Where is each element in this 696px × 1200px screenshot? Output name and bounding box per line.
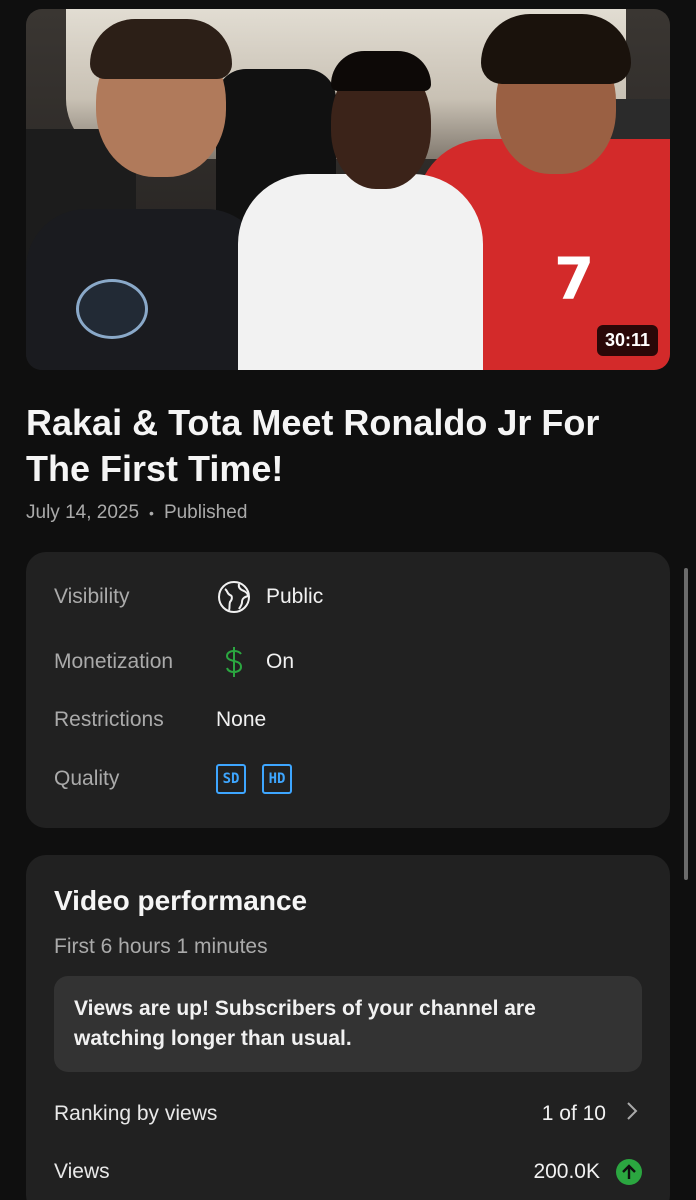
video-thumbnail[interactable]: 7 30:11 (26, 9, 670, 370)
scrollbar[interactable] (684, 568, 688, 880)
monetization-label: Monetization (54, 650, 174, 673)
person-left-hair (90, 19, 232, 79)
video-details-card: Visibility Public Monetization On Restri… (26, 552, 670, 828)
ranking-row[interactable]: Ranking by views 1 of 10 (54, 1101, 642, 1127)
performance-notice: Views are up! Subscribers of your channe… (54, 976, 642, 1072)
person-right-hair (481, 14, 631, 84)
ranking-label: Ranking by views (54, 1102, 218, 1125)
visibility-label: Visibility (54, 585, 130, 608)
publish-date: July 14, 2025 (26, 502, 140, 523)
meta-separator: • (149, 505, 154, 521)
views-row[interactable]: Views 200.0K (54, 1159, 642, 1185)
visibility-row[interactable]: Visibility Public (54, 579, 323, 615)
quality-row[interactable]: Quality SD HD (54, 764, 292, 794)
globe-icon (216, 579, 252, 615)
restrictions-row[interactable]: Restrictions None (54, 708, 266, 732)
views-value: 200.0K (533, 1160, 600, 1183)
quality-label: Quality (54, 767, 120, 790)
monetization-value: On (266, 650, 295, 673)
video-meta: July 14, 2025 • Published (26, 502, 247, 524)
trend-up-icon (616, 1159, 642, 1185)
views-label: Views (54, 1160, 110, 1183)
chevron-right-icon (622, 1101, 642, 1127)
video-performance-card: Video performance First 6 hours 1 minute… (26, 855, 670, 1200)
dollar-icon (216, 644, 252, 680)
duration-badge: 30:11 (596, 325, 658, 356)
monetization-row[interactable]: Monetization On (54, 644, 294, 680)
video-title: Rakai & Tota Meet Ronaldo Jr For The Fir… (26, 402, 600, 489)
publish-status: Published (163, 502, 248, 523)
performance-title: Video performance (54, 885, 308, 916)
visibility-value: Public (266, 585, 324, 608)
restrictions-label: Restrictions (54, 708, 164, 731)
ranking-value: 1 of 10 (541, 1102, 606, 1125)
shirt-logo (76, 279, 148, 339)
person-left-shirt (26, 209, 266, 370)
hd-badge: HD (262, 764, 292, 794)
sd-badge: SD (216, 764, 246, 794)
person-center-shirt (238, 174, 483, 370)
performance-subtitle: First 6 hours 1 minutes (54, 935, 268, 958)
person-center-hair (331, 51, 431, 91)
restrictions-value: None (216, 708, 267, 731)
jersey-number: 7 (554, 245, 595, 313)
